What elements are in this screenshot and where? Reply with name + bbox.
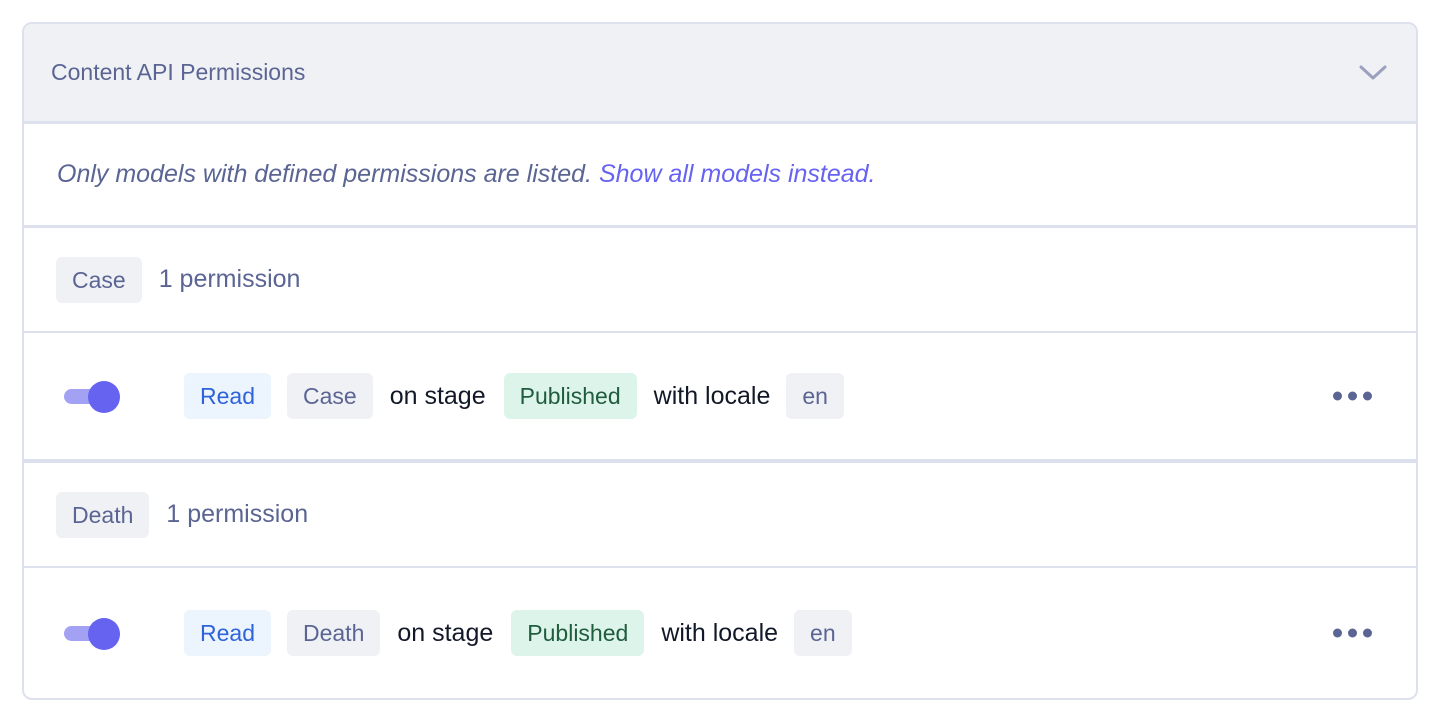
action-chip: Read bbox=[184, 610, 271, 656]
model-tag: Death bbox=[56, 491, 150, 538]
permission-toggle[interactable] bbox=[64, 618, 120, 650]
on-stage-text: on stage bbox=[397, 618, 494, 647]
permission-count: 1 permission bbox=[166, 500, 309, 528]
dot bbox=[1333, 628, 1342, 638]
dot bbox=[1363, 628, 1372, 638]
permission-count: 1 permission bbox=[158, 265, 301, 293]
stage-chip: Published bbox=[503, 373, 637, 419]
chevron-down-icon[interactable] bbox=[1356, 56, 1390, 90]
content-api-permissions-panel: Content API Permissions Only models with… bbox=[22, 22, 1418, 700]
with-locale-text: with locale bbox=[653, 381, 771, 410]
permission-description: Read Case on stage Published with locale… bbox=[184, 373, 844, 419]
more-horizontal-icon[interactable] bbox=[1333, 386, 1372, 407]
show-all-models-link[interactable]: Show all models instead. bbox=[599, 160, 876, 189]
with-locale-text: with locale bbox=[661, 618, 779, 647]
stage-chip: Published bbox=[511, 610, 645, 656]
model-chip: Death bbox=[286, 610, 381, 656]
toggle-knob bbox=[88, 381, 120, 413]
panel-title: Content API Permissions bbox=[51, 59, 306, 85]
permission-row: Read Death on stage Published with local… bbox=[24, 568, 1416, 698]
more-horizontal-icon[interactable] bbox=[1333, 623, 1372, 644]
locale-chip: en bbox=[786, 373, 844, 419]
permission-toggle[interactable] bbox=[64, 381, 120, 413]
dot bbox=[1333, 391, 1342, 401]
panel-header[interactable]: Content API Permissions bbox=[24, 24, 1416, 124]
model-group-header: Death 1 permission bbox=[24, 463, 1416, 568]
dot bbox=[1363, 391, 1372, 401]
dot bbox=[1348, 391, 1357, 401]
model-tag: Case bbox=[56, 256, 142, 303]
on-stage-text: on stage bbox=[389, 381, 486, 410]
notice-text: Only models with defined permissions are… bbox=[57, 160, 592, 188]
toggle-knob bbox=[88, 618, 120, 650]
action-chip: Read bbox=[184, 373, 271, 419]
model-chip: Case bbox=[286, 373, 373, 419]
model-group-header: Case 1 permission bbox=[24, 228, 1416, 333]
models-notice: Only models with defined permissions are… bbox=[24, 124, 1416, 228]
locale-chip: en bbox=[794, 610, 852, 656]
dot bbox=[1348, 628, 1357, 638]
permission-description: Read Death on stage Published with local… bbox=[184, 610, 852, 656]
permission-row: Read Case on stage Published with locale… bbox=[24, 333, 1416, 463]
